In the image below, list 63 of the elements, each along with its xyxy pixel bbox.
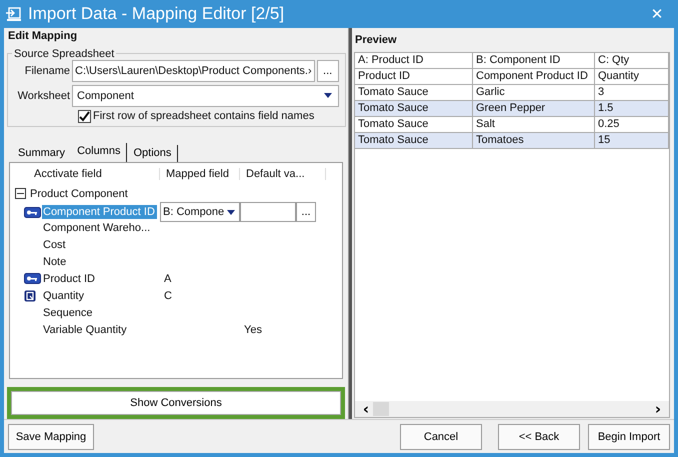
browse-button[interactable]: ... [296,202,316,222]
scroll-right-button[interactable]: › [651,402,665,416]
default-value-field[interactable] [240,202,296,222]
browse-button[interactable]: ... [316,60,339,82]
column-header: B: Component ID [473,53,595,69]
table-cell: 15 [595,133,669,149]
tree-item[interactable]: Component Wareho... [42,220,152,235]
table-cell: Tomato Sauce [355,101,473,117]
tree-group-label: Product Component [30,188,128,200]
column-header: A: Product ID [355,53,473,69]
table-cell: Component Product ID [473,69,595,85]
tree-item[interactable]: Cost [42,238,68,252]
section-title: Preview [354,33,398,48]
caret-icon [324,93,332,98]
scroll-left-button[interactable]: ‹ [359,402,373,416]
save-mapping-button[interactable]: Save Mapping [8,424,94,450]
table-cell: Tomatoes [473,133,595,149]
column-header: Mapped field [160,168,240,180]
column-header: Default va... [240,168,326,180]
required-icon [24,290,36,302]
tree-item[interactable]: Variable Quantity [42,322,129,337]
key-icon [24,206,41,218]
worksheet-dropdown[interactable]: Component [72,84,339,107]
horizontal-scrollbar[interactable]: ‹ › [355,401,669,417]
tree-item[interactable]: Quantity [42,288,86,303]
table-cell: Tomato Sauce [355,85,473,101]
column-header: C: Qty [595,53,669,69]
mapped-field-dropdown[interactable]: B: Compone [160,202,240,222]
default-value: Yes [243,324,262,336]
cancel-button[interactable]: Cancel [400,424,482,450]
tree-item[interactable]: Sequence [42,306,95,320]
back-button[interactable]: << Back [498,424,580,450]
scroll-thumb[interactable] [373,402,389,416]
table-cell: 1.5 [595,101,669,117]
mapped-value: C [163,290,172,302]
tab[interactable]: Summary [12,145,72,162]
tree-item[interactable]: Product ID [42,272,97,286]
section-title: Edit Mapping [7,30,78,44]
caret-icon [227,210,235,215]
collapse-toggle[interactable] [15,188,26,200]
key-icon [24,273,41,284]
table-cell: Tomato Sauce [355,133,473,149]
table-cell: 3 [595,85,669,101]
field-label: Worksheet [16,90,70,102]
group-legend: Source Spreadsheet [12,48,116,60]
table-cell: Product ID [355,69,473,85]
table-cell: Green Pepper [473,101,595,117]
window-title: Import Data - Mapping Editor [2/5] [28,4,286,24]
field-label: Filename [24,64,70,77]
filename-field[interactable]: C:\Users\Lauren\Desktop\Product Components.› [72,60,315,82]
table-cell: Salt [473,117,595,133]
mapped-value: A [163,272,172,285]
show-conversions-button[interactable]: Show Conversions [11,390,341,415]
begin-import-button[interactable]: Begin Import [588,424,670,450]
tree-item[interactable]: Note [42,254,68,269]
table-cell: Tomato Sauce [355,117,473,133]
column-header: Acctivate field [10,168,160,180]
import-icon [6,6,22,22]
table-cell: Quantity [595,69,669,85]
table-cell: 0.25 [595,117,669,133]
checkbox[interactable] [78,110,91,123]
table-cell: Garlic [473,85,595,101]
checkbox-label: First row of spreadsheet contains field names [93,110,314,122]
